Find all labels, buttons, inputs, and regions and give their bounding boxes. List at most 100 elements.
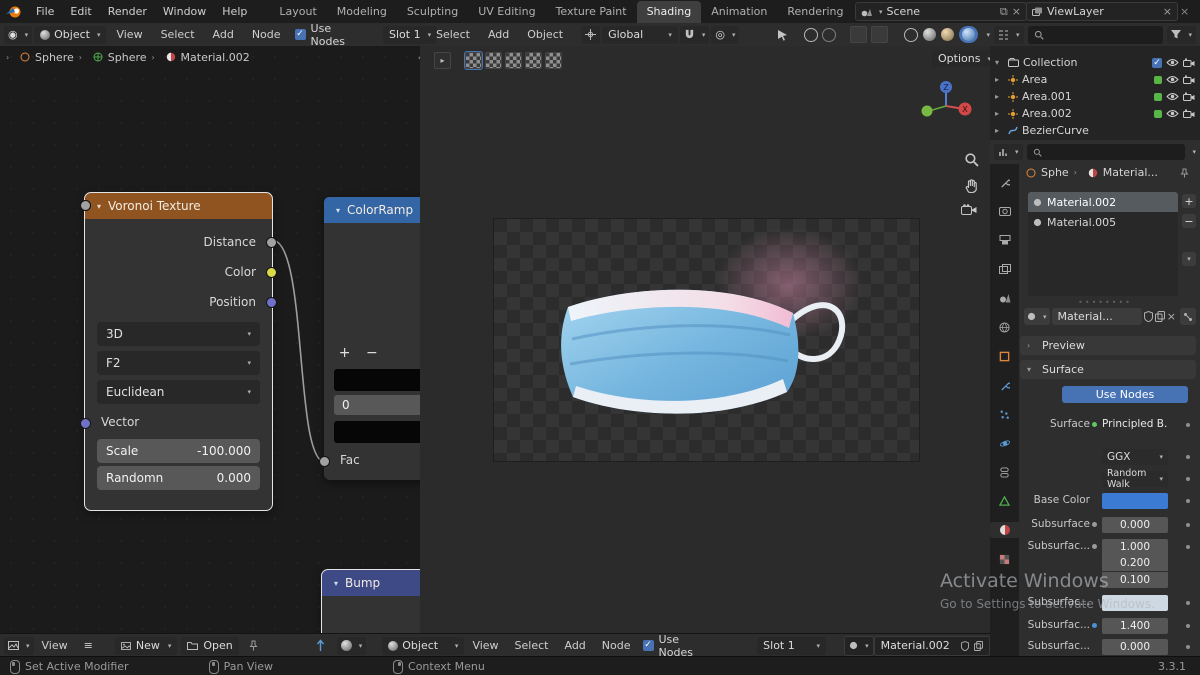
texture-slot-icon[interactable] xyxy=(505,52,522,69)
vp-menu-select[interactable]: Select xyxy=(428,28,478,41)
footer-menu-node[interactable]: Node xyxy=(594,639,639,652)
bump-node[interactable]: ▾ Bump xyxy=(321,569,420,633)
voronoi-texture-node[interactable]: ▾ Voronoi Texture Distance Color Positio… xyxy=(80,192,277,511)
dimensions-dropdown[interactable]: 3D ▾ xyxy=(97,322,260,346)
subsurface-color-swatch[interactable] xyxy=(1102,595,1168,611)
colorramp-node[interactable]: ▾ ColorRamp + − ▾ 0 Fac xyxy=(319,197,420,480)
zoom-icon[interactable] xyxy=(964,152,979,167)
fac-socket[interactable] xyxy=(319,456,330,467)
menu-help[interactable]: Help xyxy=(214,5,255,18)
tab-tool-icon[interactable] xyxy=(994,174,1016,190)
footer-menu-select[interactable]: Select xyxy=(507,639,557,652)
subsurface-anisotropy-field[interactable]: 0.000 xyxy=(1102,639,1168,655)
footer-menu-view[interactable]: View xyxy=(464,639,506,652)
subsurface-value-field[interactable]: 0.000 xyxy=(1102,517,1168,533)
remove-stop-button[interactable]: − xyxy=(361,345,382,361)
visibility-toggle-icons[interactable] xyxy=(804,27,837,42)
add-slot-button[interactable]: + xyxy=(1182,194,1196,208)
tab-world-icon[interactable] xyxy=(994,319,1016,335)
properties-search-input[interactable] xyxy=(1026,144,1186,160)
footer-material-name[interactable]: Material.002 xyxy=(873,635,990,656)
collapse-icon[interactable]: ▾ xyxy=(334,579,338,588)
hide-eye-icon[interactable] xyxy=(1166,92,1179,101)
render-camera-icon[interactable] xyxy=(1183,92,1195,101)
outliner-row-area-002[interactable]: ▸ Area.002 xyxy=(990,105,1200,122)
feature-dropdown[interactable]: F2 ▾ xyxy=(97,351,260,375)
view-layer-selector[interactable]: ViewLayer × xyxy=(1026,2,1178,21)
disclosure-icon[interactable]: ▸ xyxy=(995,92,1004,101)
solid-shading-icon[interactable] xyxy=(923,28,937,41)
remove-slot-button[interactable]: − xyxy=(1182,214,1196,228)
unlink-icon[interactable]: × xyxy=(1167,310,1176,323)
colorramp-node-header[interactable]: ▾ ColorRamp xyxy=(324,197,420,223)
material-shading-icon[interactable] xyxy=(941,28,955,41)
base-color-swatch[interactable] xyxy=(1102,493,1168,509)
outliner-editor-type-button[interactable]: ▾ xyxy=(994,25,1024,44)
properties-editor-type-button[interactable]: ▾ xyxy=(994,144,1023,160)
outliner-row-area[interactable]: ▸ Area xyxy=(990,71,1200,88)
snap-magnet-icon[interactable]: ▾ xyxy=(679,25,710,44)
subsurface-ior-field[interactable]: 1.400 xyxy=(1102,618,1168,634)
slot-specials-icon[interactable]: ▾ xyxy=(1182,252,1196,266)
radius-y-field[interactable]: 0.200 xyxy=(1102,555,1168,571)
disclosure-icon[interactable]: ▸ xyxy=(995,126,1004,135)
footer-shader-type-dropdown[interactable]: Object ▾ xyxy=(382,636,465,655)
menu-window[interactable]: Window xyxy=(155,5,214,18)
material-name-field[interactable]: Material... xyxy=(1051,308,1142,325)
pin-icon[interactable] xyxy=(1180,168,1189,178)
disclosure-icon[interactable]: ▾ xyxy=(995,58,1004,67)
tab-rendering[interactable]: Rendering xyxy=(777,1,853,23)
tab-object-icon[interactable] xyxy=(994,348,1016,364)
footer-use-nodes-checkbox[interactable]: ✓ Use Nodes xyxy=(642,633,714,659)
tab-shading[interactable]: Shading xyxy=(636,0,702,23)
resize-grip[interactable]: •••••••• xyxy=(1050,298,1160,307)
properties-panel[interactable]: ▾ ▾ Sphe › Material... Material.002 Mate… xyxy=(990,140,1200,656)
close-scene-icon[interactable]: × xyxy=(1012,5,1021,18)
use-nodes-checkbox[interactable]: ✓ Use Nodes xyxy=(294,22,345,48)
pan-hand-icon[interactable] xyxy=(964,178,979,193)
rendered-shading-icon[interactable] xyxy=(959,26,979,43)
render-camera-icon[interactable] xyxy=(1183,75,1195,84)
fake-user-shield-icon[interactable] xyxy=(961,640,969,651)
stop-color-swatch[interactable] xyxy=(334,421,420,443)
texture-slot-icon[interactable] xyxy=(545,52,562,69)
new-image-button[interactable]: New ▾ xyxy=(114,636,178,655)
color-socket[interactable] xyxy=(266,267,277,278)
tab-layout[interactable]: Layout xyxy=(269,1,326,23)
footer-view-menu[interactable]: View xyxy=(34,639,76,652)
distance-socket[interactable] xyxy=(266,237,277,248)
tab-modifiers-icon[interactable] xyxy=(994,377,1016,393)
subsurface-method-dropdown[interactable]: Random Walk ▾ xyxy=(1102,468,1168,490)
stop-position-field[interactable]: 0 xyxy=(334,395,420,415)
scale-field[interactable]: Scale -100.000 xyxy=(80,200,260,463)
disclosure-icon[interactable]: ▸ xyxy=(995,75,1004,84)
collapse-icon[interactable]: ▾ xyxy=(336,206,340,215)
path-material[interactable]: Material... xyxy=(1103,166,1158,179)
texture-slot-icon-active[interactable] xyxy=(464,51,483,70)
image-editor-type-button[interactable]: ▾ xyxy=(4,636,34,655)
wireframe-shading-icon[interactable] xyxy=(904,27,919,42)
use-nodes-button[interactable]: Use Nodes xyxy=(1062,386,1188,403)
color-ramp-gradient-bar[interactable] xyxy=(334,369,420,391)
randomness-field[interactable]: Randomn 0.000 xyxy=(80,200,260,490)
tab-view-layer-icon[interactable] xyxy=(994,261,1016,277)
menu-file[interactable]: File xyxy=(28,5,62,18)
tab-output-icon[interactable] xyxy=(994,232,1016,248)
radius-z-field[interactable]: 0.100 xyxy=(1102,572,1168,588)
new-scene-icon[interactable]: ⧉ xyxy=(1000,5,1008,19)
footer-menu-add[interactable]: Add xyxy=(556,639,593,652)
tab-render-icon[interactable] xyxy=(994,203,1016,219)
vp-menu-add[interactable]: Add xyxy=(480,28,517,41)
proportional-edit-icon[interactable]: ◎ ▾ xyxy=(711,25,740,44)
overlay-toggle-icons[interactable] xyxy=(850,26,889,43)
window-controls-icon[interactable]: × xyxy=(1180,5,1189,18)
disclosure-icon[interactable]: ▸ xyxy=(995,109,1004,118)
play-icon[interactable]: ▸ xyxy=(434,52,451,69)
hide-eye-icon[interactable] xyxy=(1166,75,1179,84)
vector-socket[interactable] xyxy=(80,418,91,429)
path-object[interactable]: Sphe xyxy=(1041,166,1069,179)
node-menu-add[interactable]: Add xyxy=(205,28,242,41)
open-image-button[interactable]: Open xyxy=(181,636,239,655)
render-camera-icon[interactable] xyxy=(1183,109,1195,118)
bump-node-header[interactable]: ▾ Bump xyxy=(322,570,420,596)
